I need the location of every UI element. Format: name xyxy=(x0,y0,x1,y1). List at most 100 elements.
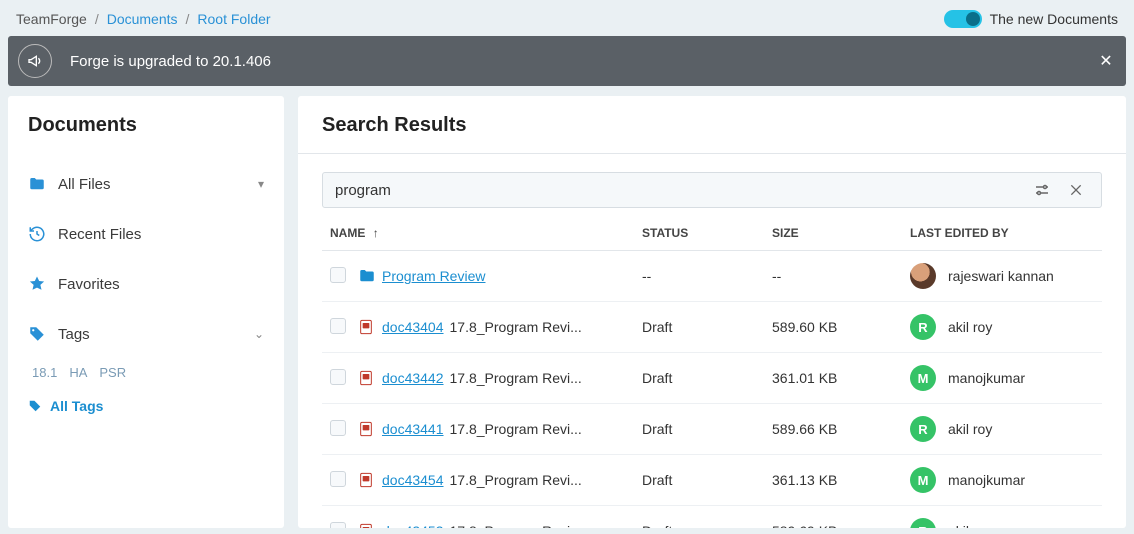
column-header-name[interactable]: NAME ↑ xyxy=(330,226,642,240)
search-box xyxy=(322,172,1102,208)
table-row[interactable]: Program Review ---- rajeswari kannan xyxy=(322,251,1102,302)
page-title: Search Results xyxy=(322,114,1102,137)
divider xyxy=(298,153,1126,154)
size-cell: 589.69 KB xyxy=(772,523,910,528)
editor-name: akil roy xyxy=(948,319,992,335)
tag-icon xyxy=(28,325,46,343)
avatar: M xyxy=(910,467,936,493)
close-icon xyxy=(1068,182,1084,198)
file-link[interactable]: doc43442 xyxy=(382,370,444,386)
powerpoint-file-icon xyxy=(358,471,382,489)
main-panel: Search Results NAME ↑ STATUS SIZE LAST E… xyxy=(298,96,1126,528)
row-checkbox[interactable] xyxy=(330,420,346,436)
row-checkbox[interactable] xyxy=(330,471,346,487)
breadcrumb: TeamForge / Documents / Root Folder xyxy=(16,11,271,27)
filter-button[interactable] xyxy=(1025,173,1059,207)
tag-chip[interactable]: 18.1 xyxy=(32,365,57,380)
sidebar-item-recent-files[interactable]: Recent Files xyxy=(28,209,264,259)
size-cell: -- xyxy=(772,268,910,284)
status-cell: Draft xyxy=(642,523,772,528)
breadcrumb-link-documents[interactable]: Documents xyxy=(107,11,178,27)
avatar: M xyxy=(910,365,936,391)
sidebar-item-all-tags[interactable]: All Tags xyxy=(28,390,264,414)
file-link[interactable]: doc43453 xyxy=(382,523,444,528)
status-cell: Draft xyxy=(642,370,772,386)
sidebar-item-label: All Files xyxy=(58,176,111,193)
tag-list: 18.1 HA PSR xyxy=(28,359,264,390)
row-checkbox[interactable] xyxy=(330,369,346,385)
history-icon xyxy=(28,225,46,243)
sidebar-item-label: All Tags xyxy=(50,398,103,414)
status-cell: Draft xyxy=(642,319,772,335)
table-row[interactable]: doc43404 17.8_Program Revi... Draft589.60 … xyxy=(322,302,1102,353)
folder-icon xyxy=(28,175,46,193)
star-icon xyxy=(28,275,46,293)
new-documents-toggle-label: The new Documents xyxy=(990,11,1118,27)
table-row[interactable]: doc43454 17.8_Program Revi... Draft361.13 … xyxy=(322,455,1102,506)
column-header-label: NAME xyxy=(330,226,365,240)
file-title: 17.8_Program Revi... xyxy=(450,472,582,488)
announcement-banner: Forge is upgraded to 20.1.406 ✕ xyxy=(8,36,1126,86)
row-checkbox[interactable] xyxy=(330,267,346,283)
size-cell: 589.60 KB xyxy=(772,319,910,335)
new-documents-toggle[interactable] xyxy=(944,10,982,28)
editor-name: akil roy xyxy=(948,523,992,528)
avatar: R xyxy=(910,416,936,442)
table-header: NAME ↑ STATUS SIZE LAST EDITED BY xyxy=(322,208,1102,251)
powerpoint-file-icon xyxy=(358,369,382,387)
editor-name: akil roy xyxy=(948,421,992,437)
tag-icon xyxy=(28,399,42,413)
file-link[interactable]: doc43441 xyxy=(382,421,444,437)
sidebar-item-all-files[interactable]: All Files ▾ xyxy=(28,159,264,209)
sidebar-item-label: Favorites xyxy=(58,276,120,293)
powerpoint-file-icon xyxy=(358,522,382,528)
folder-icon xyxy=(358,267,382,285)
table-row[interactable]: doc43442 17.8_Program Revi... Draft361.01 … xyxy=(322,353,1102,404)
status-cell: -- xyxy=(642,268,772,284)
sidebar-item-favorites[interactable]: Favorites xyxy=(28,259,264,309)
file-link[interactable]: doc43454 xyxy=(382,472,444,488)
sliders-icon xyxy=(1033,181,1051,199)
file-title: 17.8_Program Revi... xyxy=(450,523,582,528)
sidebar: Documents All Files ▾ Recent Files Favor… xyxy=(8,96,284,528)
file-link[interactable]: doc43404 xyxy=(382,319,444,335)
sidebar-item-tags[interactable]: Tags ⌄ xyxy=(28,309,264,359)
clear-search-button[interactable] xyxy=(1059,173,1093,207)
file-title: 17.8_Program Revi... xyxy=(450,421,582,437)
size-cell: 361.01 KB xyxy=(772,370,910,386)
status-cell: Draft xyxy=(642,421,772,437)
column-header-size[interactable]: SIZE xyxy=(772,226,910,240)
powerpoint-file-icon xyxy=(358,420,382,438)
close-banner-button[interactable]: ✕ xyxy=(1086,51,1126,71)
table-row[interactable]: doc43453 17.8_Program Revi... Draft589.69 … xyxy=(322,506,1102,528)
editor-name: rajeswari kannan xyxy=(948,268,1054,284)
avatar: R xyxy=(910,518,936,528)
avatar xyxy=(910,263,936,289)
status-cell: Draft xyxy=(642,472,772,488)
row-checkbox[interactable] xyxy=(330,522,346,528)
tag-chip[interactable]: HA xyxy=(69,365,87,380)
sidebar-title: Documents xyxy=(28,114,264,137)
breadcrumb-root: TeamForge xyxy=(16,11,87,27)
breadcrumb-link-rootfolder[interactable]: Root Folder xyxy=(197,11,270,27)
file-link[interactable]: Program Review xyxy=(382,268,485,284)
tag-chip[interactable]: PSR xyxy=(99,365,126,380)
editor-name: manojkumar xyxy=(948,370,1025,386)
table-row[interactable]: doc43441 17.8_Program Revi... Draft589.66 … xyxy=(322,404,1102,455)
file-title: 17.8_Program Revi... xyxy=(450,370,582,386)
size-cell: 361.13 KB xyxy=(772,472,910,488)
announcement-message: Forge is upgraded to 20.1.406 xyxy=(62,53,1086,70)
chevron-down-icon: ▾ xyxy=(258,177,264,191)
column-header-editor[interactable]: LAST EDITED BY xyxy=(910,226,1094,240)
file-title: 17.8_Program Revi... xyxy=(450,319,582,335)
avatar: R xyxy=(910,314,936,340)
powerpoint-file-icon xyxy=(358,318,382,336)
megaphone-icon xyxy=(18,44,52,78)
size-cell: 589.66 KB xyxy=(772,421,910,437)
sidebar-item-label: Tags xyxy=(58,326,90,343)
column-header-status[interactable]: STATUS xyxy=(642,226,772,240)
breadcrumb-sep: / xyxy=(95,11,99,27)
sidebar-item-label: Recent Files xyxy=(58,226,141,243)
row-checkbox[interactable] xyxy=(330,318,346,334)
search-input[interactable] xyxy=(335,182,1025,199)
